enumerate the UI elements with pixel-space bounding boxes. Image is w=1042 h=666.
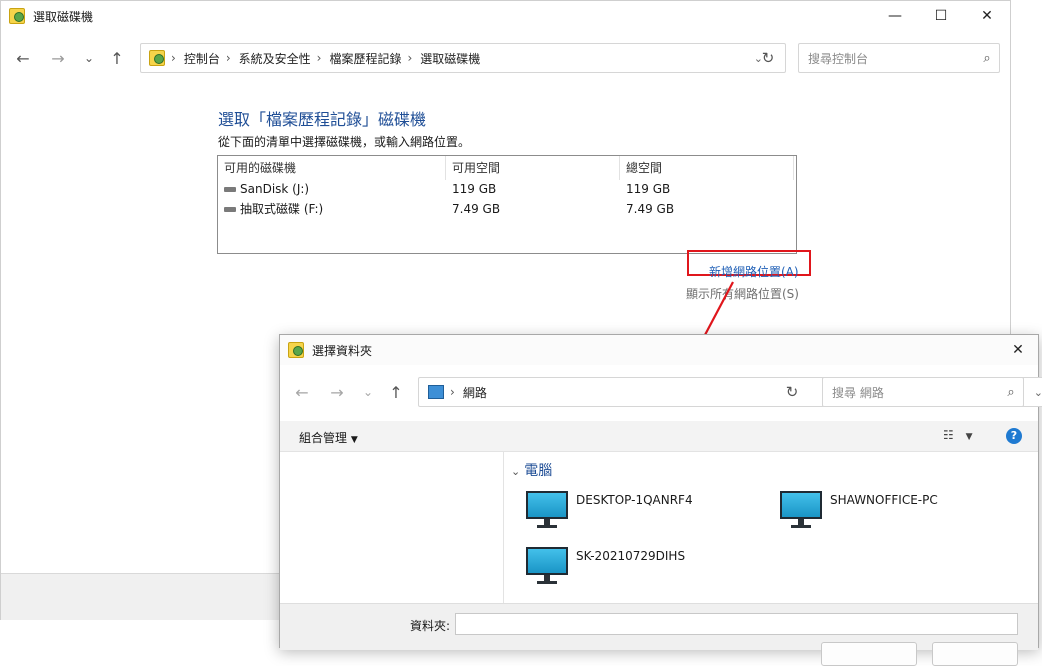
dialog-recent-chevron-icon[interactable]: ⌄ — [356, 380, 380, 404]
dialog-search-icon[interactable]: ⌕ — [999, 385, 1023, 400]
dialog-search-placeholder: 搜尋 網路 — [832, 385, 884, 400]
dialog-title-bar: 選擇資料夾 — [280, 335, 1038, 365]
organize-button[interactable]: 組合管理 ▼ — [299, 429, 358, 446]
dialog-address-chevron-icon[interactable]: ⌄ — [1034, 386, 1042, 399]
dialog-title: 選擇資料夾 — [312, 343, 373, 358]
folder-input[interactable] — [455, 613, 1018, 635]
dialog-refresh-icon[interactable]: ↻ — [780, 380, 804, 404]
help-icon[interactable]: ? — [1006, 428, 1022, 444]
collapse-chevron-icon[interactable]: ⌄ — [511, 465, 520, 478]
computer-name: DESKTOP-1QANRF4 — [576, 493, 693, 507]
network-icon — [428, 385, 444, 399]
breadcrumb-separator-icon: › — [450, 385, 455, 399]
dialog-navigation-pane[interactable] — [280, 451, 504, 603]
dialog-app-icon — [288, 342, 304, 358]
dialog-toolbar: 組合管理 ▼ ☷ ▼ ? — [280, 421, 1038, 452]
computer-name: SHAWNOFFICE-PC — [830, 493, 938, 507]
computer-monitor-icon — [780, 491, 822, 531]
computer-item[interactable]: DESKTOP-1QANRF4 — [526, 491, 693, 531]
dialog-forward-arrow-icon[interactable]: → — [325, 380, 349, 404]
select-folder-dialog: 選擇資料夾 ✕ ← → ⌄ ↑ › 網路 ⌄ ↻ 搜尋 網路 ⌕ 組合管理 ▼ … — [279, 334, 1042, 666]
organize-dropdown-icon: ▼ — [350, 435, 358, 445]
dialog-close-button[interactable]: ✕ — [998, 335, 1038, 365]
organize-label: 組合管理 — [299, 431, 348, 445]
dialog-back-arrow-icon[interactable]: ← — [290, 380, 314, 404]
computer-group-header[interactable]: ⌄ 電腦 — [511, 460, 552, 480]
computer-monitor-icon — [526, 547, 568, 587]
computer-monitor-icon — [526, 491, 568, 531]
dialog-footer: 資料夾: — [280, 603, 1038, 666]
computer-name: SK-20210729DIHS — [576, 549, 686, 563]
computer-group-label: 電腦 — [524, 463, 553, 479]
network-search-input[interactable]: 搜尋 網路 ⌕ — [822, 377, 1024, 407]
folder-label: 資料夾: — [410, 619, 451, 633]
dialog-up-arrow-icon[interactable]: ↑ — [384, 380, 408, 404]
view-options-icon[interactable]: ☷ ▼ — [943, 428, 973, 442]
computer-item[interactable]: SK-20210729DIHS — [526, 547, 685, 587]
computer-item[interactable]: SHAWNOFFICE-PC — [780, 491, 938, 531]
cancel-button[interactable] — [932, 642, 1018, 666]
breadcrumb-network[interactable]: 網路 — [463, 384, 487, 401]
select-folder-button[interactable] — [821, 642, 917, 666]
